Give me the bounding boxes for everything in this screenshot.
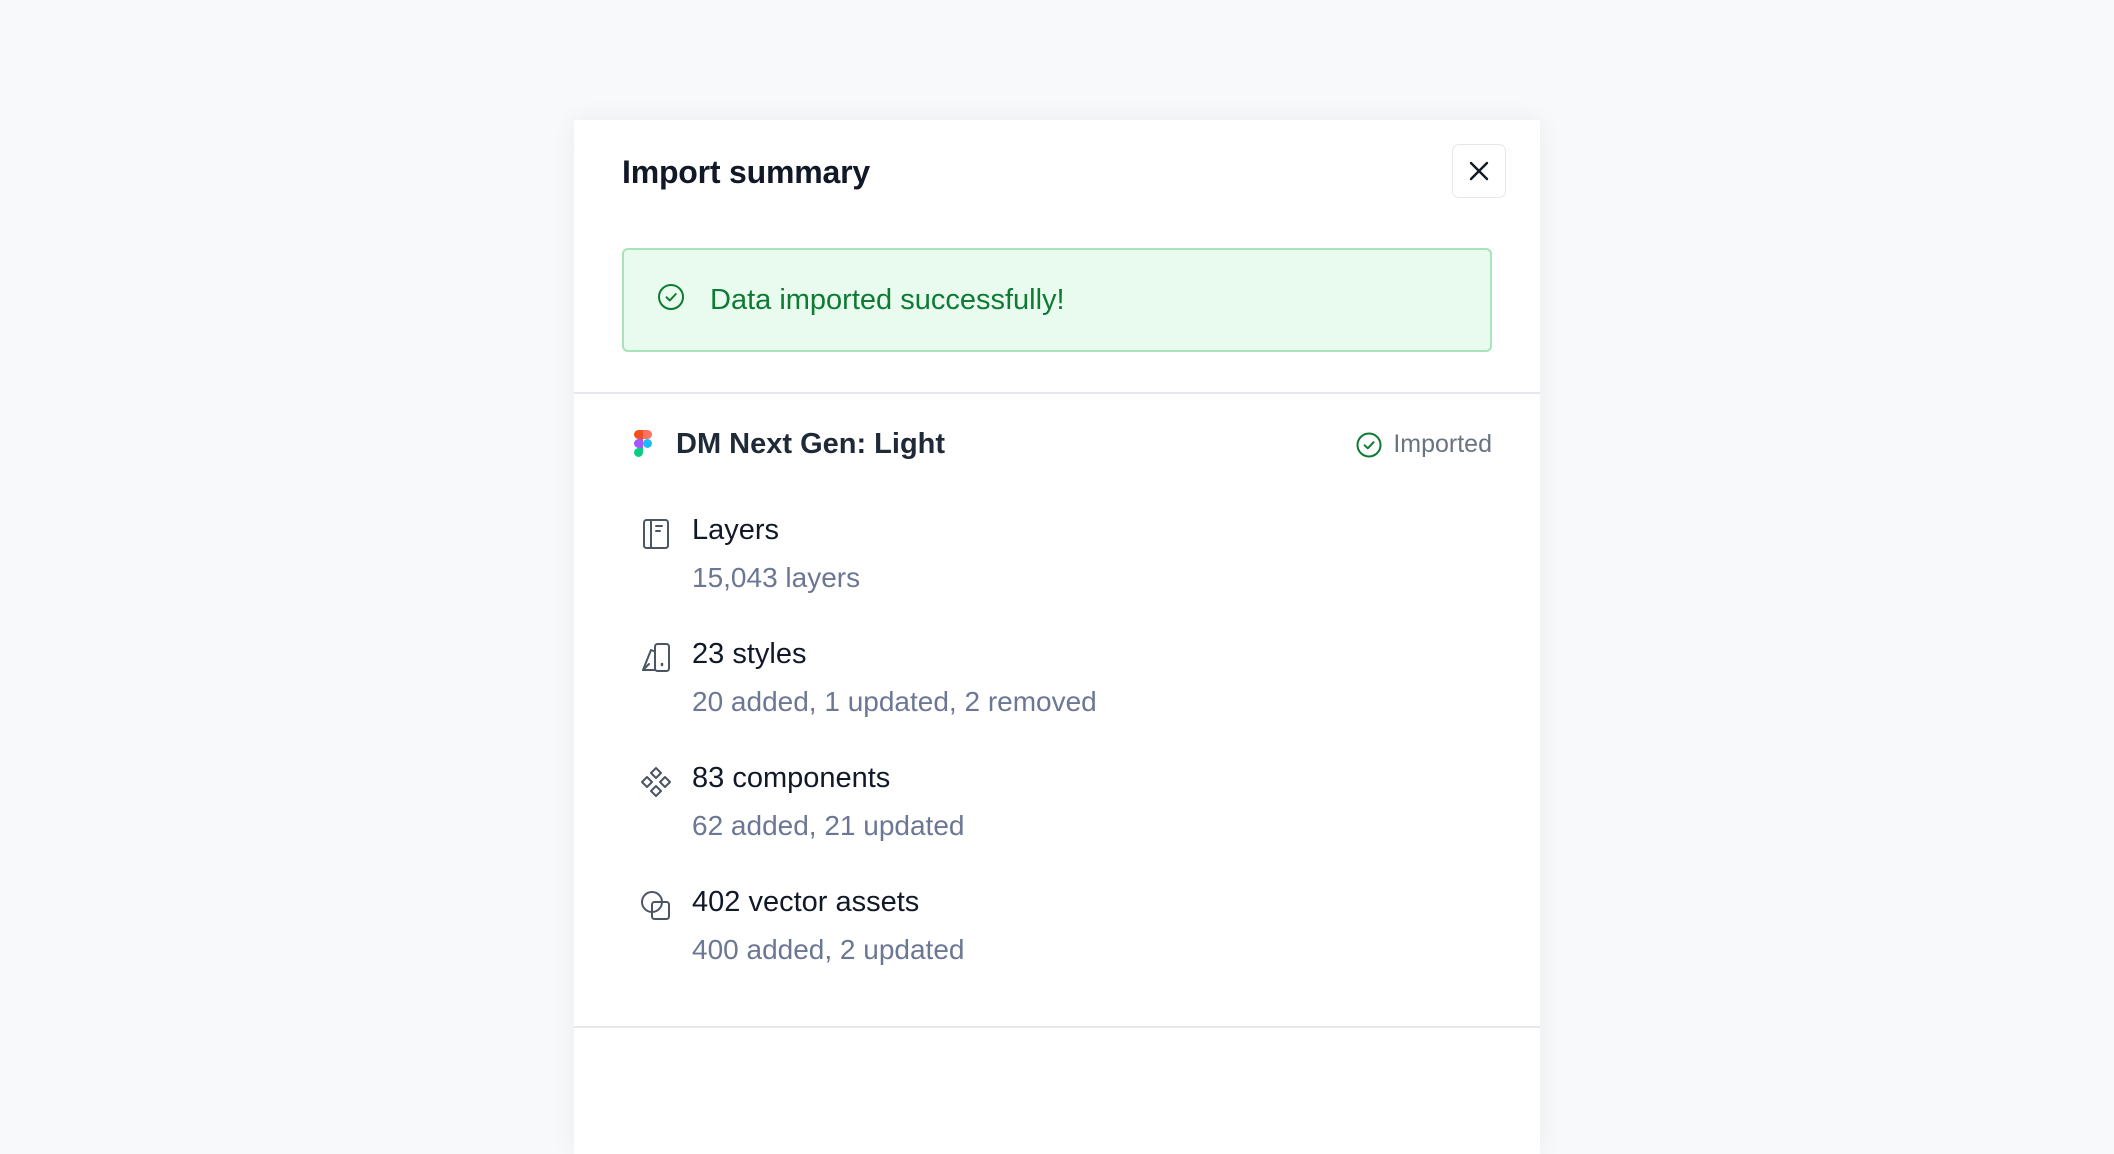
modal-header: Import summary Data imported successfull… — [574, 120, 1540, 394]
divider — [574, 1026, 1540, 1028]
success-alert: Data imported successfully! — [622, 248, 1492, 352]
source-row: DM Next Gen: Light Imported — [622, 426, 1492, 470]
vector-assets-icon — [641, 891, 670, 920]
item-title: Layers — [692, 514, 780, 546]
summary-item-vector-assets: 402 vector assets 400 added, 2 updated — [622, 886, 1492, 986]
divider — [574, 392, 1540, 394]
check-circle-icon — [1356, 432, 1382, 457]
modal-title: Import summary — [622, 154, 870, 190]
item-subtitle: 400 added, 2 updated — [692, 934, 965, 965]
import-status: Imported — [1355, 430, 1492, 459]
item-title: 402 vector assets — [692, 886, 920, 918]
styles-icon — [642, 643, 670, 672]
summary-item-styles: 23 styles 20 added, 1 updated, 2 removed — [622, 638, 1492, 738]
summary-item-layers: Layers 15,043 layers — [622, 514, 1492, 614]
import-summary-dialog: Import summary Data imported successfull… — [574, 120, 1540, 1154]
close-button[interactable] — [1452, 144, 1506, 198]
components-icon — [641, 767, 671, 797]
item-subtitle: 62 added, 21 updated — [692, 810, 965, 841]
check-circle-icon — [658, 284, 684, 310]
item-subtitle: 20 added, 1 updated, 2 removed — [692, 686, 1097, 717]
item-subtitle: 15,043 layers — [692, 562, 861, 593]
close-icon — [1469, 161, 1489, 181]
layers-icon — [643, 519, 669, 549]
alert-message: Data imported successfully! — [710, 284, 1065, 316]
status-label: Imported — [1393, 430, 1492, 458]
figma-icon — [634, 430, 652, 457]
item-title: 83 components — [692, 762, 891, 794]
item-title: 23 styles — [692, 638, 807, 670]
source-name: DM Next Gen: Light — [676, 428, 946, 460]
summary-item-components: 83 components 62 added, 21 updated — [622, 762, 1492, 862]
